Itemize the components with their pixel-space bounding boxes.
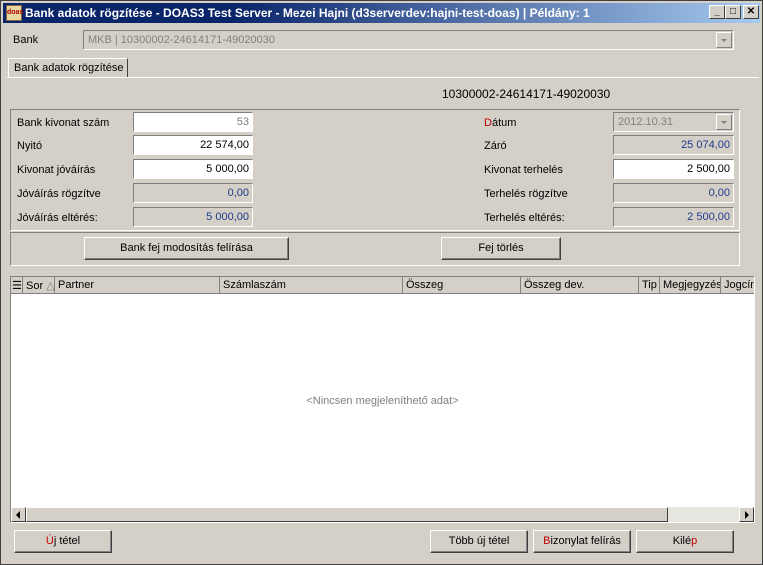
uj-tetel-rest: j tétel: [53, 535, 81, 547]
jovairas-rogzitve-field: 0,00: [133, 183, 253, 203]
jovairas-rogzitve-label: Jóváírás rögzítve: [17, 188, 101, 200]
column-header-jogcim[interactable]: Jogcím: [721, 277, 754, 294]
items-grid[interactable]: ☰ Sor △ Partner Számlaszám Összeg Összeg…: [10, 276, 755, 523]
terheles-rogzitve-label: Terhelés rögzítve: [484, 188, 568, 200]
column-header-szamlaszam[interactable]: Számlaszám: [220, 277, 403, 294]
chevron-down-icon[interactable]: [716, 114, 732, 130]
zaro-label: Záró: [484, 140, 507, 152]
datum-value: 2012.10.31: [618, 116, 674, 128]
column-header-osszeg[interactable]: Összeg: [403, 277, 521, 294]
column-header-megjegyzes[interactable]: Megjegyzés: [660, 277, 721, 294]
title-bar: doas Bank adatok rögzítése - DOAS3 Test …: [3, 3, 760, 23]
kivonat-szam-label: Bank kivonat szám: [17, 117, 110, 129]
kivonat-jovairas-field[interactable]: 5 000,00: [133, 159, 253, 179]
window-title: Bank adatok rögzítése - DOAS3 Test Serve…: [25, 6, 590, 20]
kilep-button[interactable]: Kilép: [636, 530, 734, 553]
column-header-sor[interactable]: Sor △: [23, 277, 55, 294]
bizonylat-felirás-button[interactable]: Bizonylat felírás: [533, 530, 631, 553]
terheles-elteres-field: 2 500,00: [613, 207, 734, 227]
empty-message: <Nincsen megjeleníthető adat>: [306, 395, 459, 407]
close-button[interactable]: ✕: [743, 5, 759, 19]
main-window: doas Bank adatok rögzítése - DOAS3 Test …: [0, 0, 763, 565]
scroll-right-button[interactable]: [739, 507, 754, 522]
arrow-left-icon: [16, 511, 20, 519]
sort-asc-icon: △: [46, 280, 55, 292]
grid-header: ☰ Sor △ Partner Számlaszám Összeg Összeg…: [11, 277, 754, 294]
fej-torles-button[interactable]: Fej törlés: [441, 237, 561, 260]
maximize-button[interactable]: □: [725, 5, 741, 19]
bank-fej-button[interactable]: Bank fej modosítás felírása: [84, 237, 289, 260]
kivonat-terheles-field[interactable]: 2 500,00: [613, 159, 734, 179]
datum-label-accel: D: [484, 117, 492, 129]
datum-label-rest: átum: [491, 117, 517, 129]
scroll-left-button[interactable]: [11, 507, 26, 522]
arrow-right-icon: [745, 511, 749, 519]
scroll-thumb[interactable]: [26, 507, 668, 522]
kilep-accel: p: [691, 535, 698, 547]
jovairas-elteres-label: Jóváírás eltérés:: [17, 212, 98, 224]
bizonylat-accel: B: [543, 535, 551, 547]
grid-menu-icon[interactable]: ☰: [11, 277, 23, 294]
terheles-rogzitve-field: 0,00: [613, 183, 734, 203]
account-number: 10300002-24614171-49020030: [442, 87, 611, 101]
kilep-rest: Kilé: [672, 535, 692, 547]
minimize-button[interactable]: _: [709, 5, 725, 19]
kivonat-terheles-label: Kivonat terhelés: [484, 164, 563, 176]
column-header-osszeg-dev[interactable]: Összeg dev.: [521, 277, 639, 294]
tab-bank-adatok[interactable]: Bank adatok rögzítése: [8, 58, 128, 78]
bank-select[interactable]: MKB | 10300002-24614171-49020030: [83, 30, 734, 50]
terheles-elteres-label: Terhelés eltérés:: [484, 212, 565, 224]
kivonat-szam-field[interactable]: 53: [133, 112, 253, 132]
chevron-down-icon[interactable]: [716, 32, 732, 48]
datum-label: Dátum: [484, 117, 516, 129]
uj-tetel-accel: Ú: [45, 535, 54, 547]
jovairas-elteres-field: 5 000,00: [133, 207, 253, 227]
bizonylat-rest: izonylat felírás: [550, 535, 621, 547]
tobb-uj-tetel-button[interactable]: Több új tétel: [430, 530, 528, 553]
kivonat-jovairas-label: Kivonat jóváírás: [17, 164, 96, 176]
horizontal-scrollbar[interactable]: [11, 507, 754, 522]
nyito-label: Nyitó: [17, 140, 43, 152]
nyito-field[interactable]: 22 574,00: [133, 135, 253, 155]
column-header-partner[interactable]: Partner: [55, 277, 220, 294]
uj-tetel-button[interactable]: Új tétel: [14, 530, 112, 553]
resize-grip-icon[interactable]: [749, 551, 761, 563]
app-icon: doas: [6, 5, 23, 21]
bank-select-value: MKB | 10300002-24614171-49020030: [88, 34, 275, 46]
datum-select[interactable]: 2012.10.31: [613, 112, 734, 132]
zaro-field: 25 074,00: [613, 135, 734, 155]
bank-label: Bank: [13, 34, 39, 46]
tab-line: [7, 77, 759, 78]
column-header-tip[interactable]: Tip: [639, 277, 660, 294]
